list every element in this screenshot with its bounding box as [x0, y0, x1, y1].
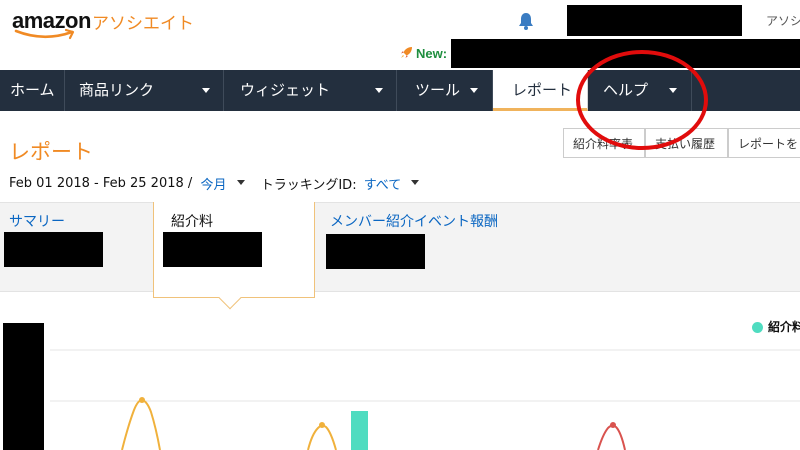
- chart-series-line: [597, 424, 626, 450]
- report-download-label: レポートを: [738, 137, 799, 151]
- nav-help-label: ヘルプ: [603, 81, 649, 99]
- period-selector[interactable]: 今月: [200, 174, 226, 193]
- nav-home[interactable]: ホーム: [0, 70, 65, 111]
- chart-legend[interactable]: 紹介料: [752, 318, 800, 335]
- chart-series-line: [121, 398, 161, 450]
- nav-product-links[interactable]: 商品リンク: [65, 70, 224, 111]
- bell-icon[interactable]: [518, 12, 534, 30]
- nav-product-links-label: 商品リンク: [79, 81, 155, 99]
- legend-swatch: [752, 322, 763, 333]
- tab-summary[interactable]: サマリー: [9, 211, 65, 231]
- summary-value-redaction: [4, 232, 103, 267]
- nav-reports-label: レポート: [512, 81, 573, 99]
- payment-history-label: 支払い履歴: [655, 137, 716, 151]
- new-label: New:: [416, 46, 448, 61]
- chevron-down-icon: [669, 88, 677, 93]
- chart-point: [610, 422, 616, 428]
- nav-help[interactable]: ヘルプ: [588, 70, 692, 111]
- logo-program-name: アソシエイト: [92, 14, 194, 34]
- date-range: Feb 01 2018 - Feb 25 2018 /: [9, 176, 193, 191]
- tab-referral-bounty[interactable]: メンバー紹介イベント報酬: [330, 211, 498, 231]
- y-axis-redaction: [3, 323, 44, 450]
- page-title: レポート: [9, 140, 93, 164]
- rocket-icon: [401, 47, 412, 58]
- site-header: amazon アソシエイト アソシ New:: [0, 0, 800, 70]
- nav-home-label: ホーム: [10, 81, 55, 99]
- earnings-chart: [3, 323, 800, 450]
- commission-rates-label: 紹介料率表: [573, 137, 634, 151]
- chart-series-line: [307, 424, 337, 450]
- main-nav: ホーム 商品リンク ウィジェット ツール レポート ヘルプ: [0, 70, 800, 111]
- chevron-down-icon: [202, 88, 210, 93]
- chevron-down-icon[interactable]: [411, 180, 420, 185]
- nav-tools[interactable]: ツール: [397, 70, 493, 111]
- logo-smile-icon: [14, 28, 75, 40]
- chevron-down-icon: [375, 88, 383, 93]
- account-redaction: [567, 5, 742, 36]
- report-download-button[interactable]: レポートを: [728, 128, 800, 158]
- bounty-value-redaction: [326, 234, 425, 269]
- chevron-down-icon[interactable]: [236, 180, 245, 185]
- payment-history-button[interactable]: 支払い履歴: [645, 128, 728, 158]
- report-filters: Feb 01 2018 - Feb 25 2018 / 今月 トラッキングID:…: [9, 174, 420, 193]
- announcement-redaction: [451, 39, 800, 68]
- chart-bar: [351, 411, 368, 450]
- chart-point: [319, 422, 325, 428]
- nav-widgets[interactable]: ウィジェット: [224, 70, 397, 111]
- tracking-id-selector[interactable]: すべて: [364, 174, 402, 193]
- nav-tools-label: ツール: [415, 81, 461, 99]
- header-program-link[interactable]: アソシ: [766, 12, 800, 29]
- commission-rates-button[interactable]: 紹介料率表: [563, 128, 645, 158]
- nav-widgets-label: ウィジェット: [240, 81, 331, 99]
- chart-point: [139, 397, 145, 403]
- commission-value-redaction: [163, 232, 262, 267]
- legend-label: 紹介料: [768, 320, 800, 334]
- tracking-id-label: トラッキングID:: [260, 178, 357, 193]
- tab-commission[interactable]: 紹介料: [171, 211, 213, 231]
- nav-reports[interactable]: レポート: [493, 70, 588, 111]
- chevron-down-icon: [470, 88, 478, 93]
